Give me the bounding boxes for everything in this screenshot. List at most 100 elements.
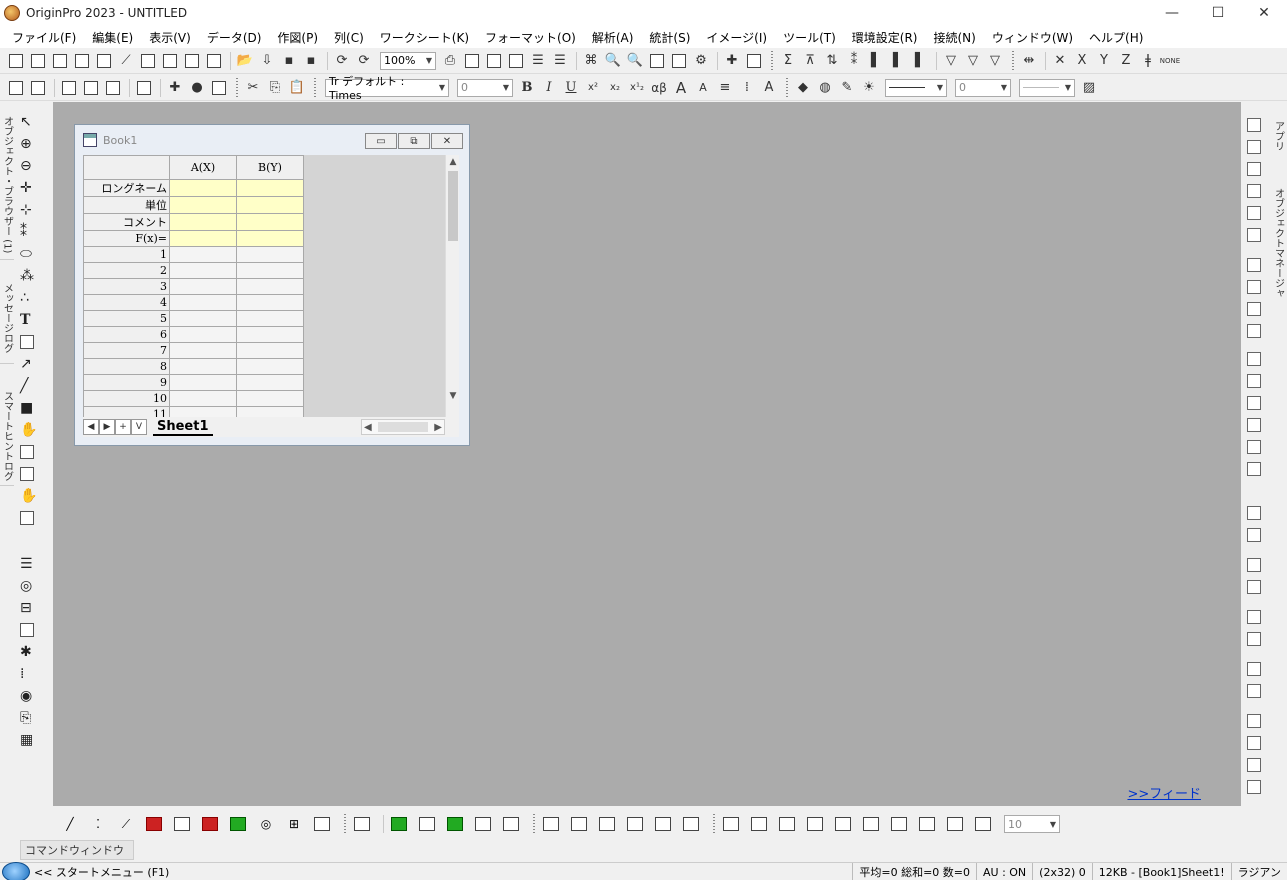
refresh-icon[interactable] [484, 51, 504, 71]
stack-layers-icon[interactable] [1245, 116, 1263, 134]
row-label-units[interactable]: 単位 [83, 196, 170, 214]
3d-surface-icon[interactable] [388, 814, 410, 834]
align-icon[interactable] [1245, 526, 1263, 544]
move-tool-icon[interactable]: ✋ [20, 486, 48, 506]
rotate-icon[interactable] [1245, 204, 1263, 222]
print-icon[interactable]: ⎙ [440, 51, 460, 71]
results-log-icon[interactable]: ☰ [528, 51, 548, 71]
row-number[interactable]: 1 [83, 246, 170, 263]
arrange-icon[interactable] [888, 814, 910, 834]
hand-tool-icon[interactable]: ✋ [20, 420, 48, 440]
column-chart-icon[interactable]: ▌ [866, 51, 886, 71]
column-header-a[interactable]: A(X) [169, 155, 237, 180]
menu-statistics[interactable]: 統計(S) [641, 29, 698, 46]
toolbar-grip[interactable] [234, 77, 240, 98]
zoom-in-tool-icon[interactable]: ⊕ [20, 134, 48, 154]
vertical-grid-icon[interactable]: ⁞ [20, 664, 48, 684]
set-as-z-button[interactable]: Z [1116, 51, 1136, 71]
cell[interactable] [236, 246, 304, 263]
row-number[interactable]: 8 [83, 358, 170, 375]
close-button[interactable]: ✕ [1241, 0, 1287, 26]
arrange-icon[interactable] [860, 814, 882, 834]
results-icon[interactable]: 🔍 [603, 51, 623, 71]
zoom-out-tool-icon[interactable]: ⊖ [20, 156, 48, 176]
cell[interactable] [236, 310, 304, 327]
line-color-icon[interactable]: ✎ [837, 78, 857, 98]
fill-color-icon[interactable]: ◆ [793, 78, 813, 98]
cell[interactable] [169, 326, 237, 343]
cell[interactable] [236, 358, 304, 375]
set-as-none-button[interactable]: NONE [1160, 51, 1180, 71]
status-autoupdate[interactable]: AU : ON [976, 863, 1032, 880]
toolbar-grip[interactable] [769, 50, 775, 71]
new-layout-icon[interactable] [160, 51, 180, 71]
hatch-pattern-icon[interactable]: ▨ [1079, 78, 1099, 98]
cell[interactable] [169, 294, 237, 311]
cell[interactable] [236, 374, 304, 391]
scroll-thumb[interactable] [378, 422, 428, 432]
cell[interactable] [236, 294, 304, 311]
workbook-close-button[interactable]: ✕ [431, 133, 463, 149]
cell[interactable] [169, 310, 237, 327]
maximize-button[interactable]: ☐ [1195, 0, 1241, 26]
3d-bars-icon[interactable] [416, 814, 438, 834]
menu-preferences[interactable]: 環境設定(R) [844, 29, 926, 46]
area-plot-icon[interactable] [227, 814, 249, 834]
contour-icon[interactable] [472, 814, 494, 834]
frame-icon[interactable] [1245, 394, 1263, 412]
script-window-icon[interactable] [647, 51, 667, 71]
cell[interactable] [169, 262, 237, 279]
scroll-thumb[interactable] [448, 171, 458, 241]
add-column-icon[interactable] [6, 78, 26, 98]
region-tool-icon[interactable]: ⬭ [20, 244, 48, 264]
image-plot-icon[interactable] [500, 814, 522, 834]
zoom-select[interactable]: 100% ▼ [380, 51, 436, 70]
text-tool-icon[interactable]: T [20, 310, 48, 330]
command-window-icon[interactable] [744, 51, 764, 71]
font-select[interactable]: Tr デフォルト : Times ▼ [325, 75, 449, 100]
histogram-icon[interactable]: ▌ [910, 51, 930, 71]
scatter-plot-icon[interactable]: ⁚ [87, 814, 109, 834]
font-size-select[interactable]: 0 ▼ [457, 78, 513, 97]
apps-tab[interactable]: アプリ [1271, 108, 1285, 164]
copy-format-icon[interactable] [209, 78, 229, 98]
new-graph-icon[interactable]: ⟋ [116, 51, 136, 71]
box-chart-icon[interactable] [199, 814, 221, 834]
menu-analysis[interactable]: 解析(A) [584, 29, 642, 46]
table-tool-icon[interactable] [20, 332, 48, 352]
image-tool-icon[interactable] [20, 464, 48, 484]
align-icon[interactable] [1245, 556, 1263, 574]
toolbar-grip[interactable] [531, 814, 537, 834]
scroll-right-icon[interactable]: ▶ [434, 422, 442, 433]
object-size-select[interactable]: 10 ▼ [1004, 815, 1060, 833]
scroll-left-icon[interactable]: ◀ [364, 422, 372, 433]
sheet-tab-sheet1[interactable]: Sheet1 [153, 419, 213, 436]
filter-clear-icon[interactable]: ▽ [963, 51, 983, 71]
paste-icon[interactable]: 📋 [287, 78, 307, 98]
dotted-select-icon[interactable] [624, 814, 646, 834]
align-icon[interactable] [1245, 504, 1263, 522]
row-label-comments[interactable]: コメント [83, 213, 170, 231]
new-folder-icon[interactable] [28, 51, 48, 71]
font-color-icon[interactable]: A [759, 78, 779, 98]
cell[interactable] [236, 262, 304, 279]
project-explorer-icon[interactable]: ⌘ [581, 51, 601, 71]
scale-icon[interactable] [1245, 226, 1263, 244]
cell[interactable] [236, 326, 304, 343]
fit-icon[interactable]: ⁑ [844, 51, 864, 71]
add-app-icon[interactable]: ✚ [722, 51, 742, 71]
copy-icon[interactable]: ⎘ [265, 78, 285, 98]
minimize-button[interactable]: — [1149, 0, 1195, 26]
menu-worksheet[interactable]: ワークシート(K) [372, 29, 477, 46]
workbook-window[interactable]: Book1 ▭ ⧉ ✕ A(X) B(Y) ロングネーム 単位 コメント F(x… [74, 124, 470, 446]
arrow-tool-icon[interactable]: ↗ [20, 354, 48, 374]
search-icon[interactable]: 🔍 [625, 51, 645, 71]
frame-icon[interactable] [1245, 438, 1263, 456]
open-icon[interactable]: 📂 [235, 51, 255, 71]
arrange-icon[interactable] [832, 814, 854, 834]
statistics-icon[interactable]: ⊼ [800, 51, 820, 71]
row-number[interactable]: 2 [83, 262, 170, 279]
copy-objects-icon[interactable]: ⎘ [20, 708, 48, 728]
status-angle-unit[interactable]: ラジアン [1230, 863, 1287, 880]
corner-cell[interactable] [83, 155, 170, 180]
